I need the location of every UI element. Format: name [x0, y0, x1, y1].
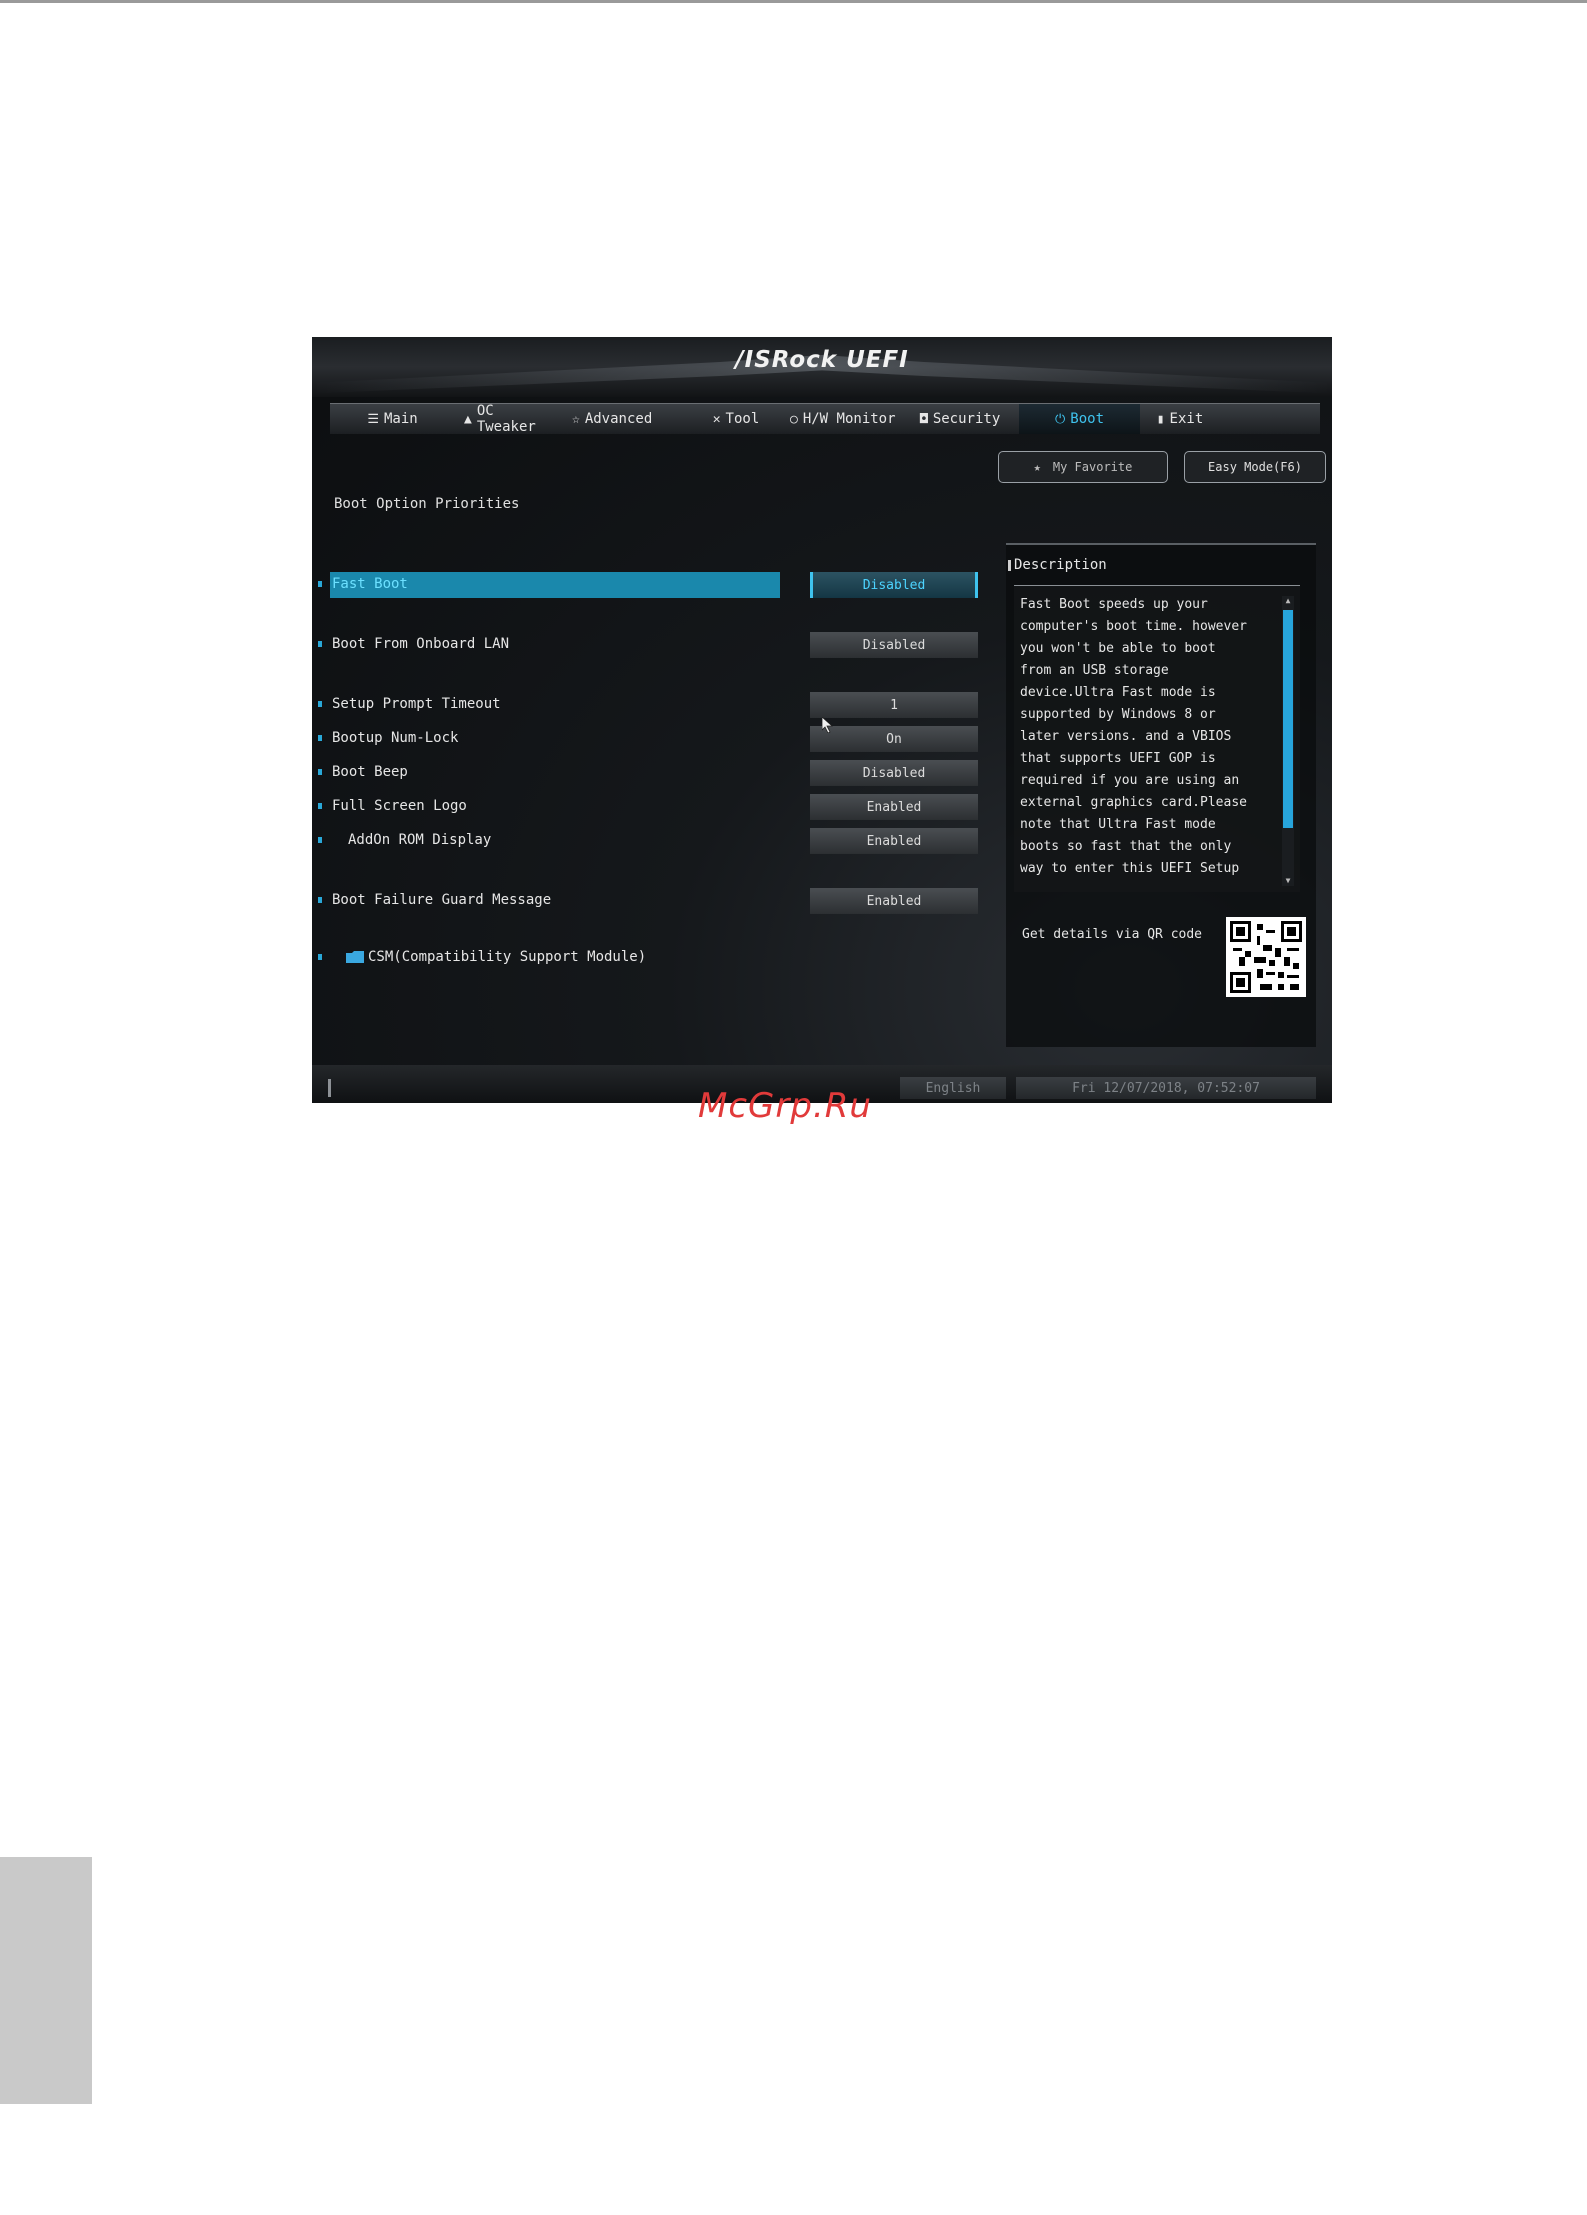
date-time-display: Fri 12/07/2018, 07:52:07 — [1016, 1077, 1316, 1099]
tab-tool[interactable]: ✕ Tool — [691, 404, 781, 434]
row-bullet — [318, 837, 322, 843]
tab-boot[interactable]: ⏻ Boot — [1019, 404, 1140, 434]
tab-main[interactable]: ☰ Main — [330, 404, 455, 434]
tab-label: Advanced — [584, 411, 653, 427]
tab-bar: ☰ Main ▲ OC Tweaker ☆ Advanced ✕ Tool ○ … — [330, 403, 1320, 435]
setting-value[interactable]: 1 — [810, 692, 978, 718]
setting-label: Fast Boot — [332, 576, 408, 592]
setting-row-onboard-lan[interactable]: Boot From Onboard LAN Disabled — [318, 632, 998, 658]
setting-row-failure-guard[interactable]: Boot Failure Guard Message Enabled — [318, 888, 998, 914]
watermark: McGrp.Ru — [698, 1086, 872, 1126]
setting-label: AddOn ROM Display — [348, 832, 492, 848]
bios-screenshot: /ISRock UEFI ☰ Main ▲ OC Tweaker ☆ Advan… — [312, 337, 1332, 1103]
setting-value[interactable]: Disabled — [810, 572, 978, 598]
page-top-rule — [0, 0, 1587, 3]
section-title: Boot Option Priorities — [334, 496, 520, 512]
tab-label: Exit — [1169, 411, 1204, 427]
my-favorite-button[interactable]: ★ My Favorite — [998, 451, 1168, 483]
description-text: Fast Boot speeds up your computer's boot… — [1020, 597, 1247, 876]
tool-icon: ✕ — [712, 411, 721, 427]
scroll-thumb[interactable] — [1283, 610, 1293, 828]
setting-row-num-lock[interactable]: Bootup Num-Lock On — [318, 726, 998, 752]
setting-row-prompt-timeout[interactable]: Setup Prompt Timeout 1 — [318, 692, 998, 718]
setting-label: Boot Failure Guard Message — [332, 892, 552, 908]
scroll-up-icon[interactable]: ▲ — [1283, 596, 1293, 606]
setting-value[interactable]: Disabled — [810, 760, 978, 786]
setting-value[interactable]: Disabled — [810, 632, 978, 658]
setting-row-full-screen-logo[interactable]: Full Screen Logo Enabled — [318, 794, 998, 820]
setting-row-addon-rom[interactable]: AddOn ROM Display Enabled — [318, 828, 998, 854]
monitor-icon: ○ — [790, 411, 798, 427]
description-scrollbar[interactable]: ▲ ▼ — [1282, 596, 1294, 886]
row-bullet — [318, 769, 322, 775]
language-selector[interactable]: English — [900, 1077, 1006, 1099]
row-bullet — [318, 735, 322, 741]
setting-label: Boot Beep — [332, 764, 408, 780]
setting-label: Full Screen Logo — [332, 798, 467, 814]
row-bullet — [318, 641, 322, 647]
list-icon: ☰ — [367, 411, 379, 427]
setting-label: Bootup Num-Lock — [332, 730, 459, 746]
my-favorite-label: My Favorite — [1052, 460, 1133, 474]
page-side-tab — [0, 1857, 92, 2104]
description-box: Fast Boot speeds up your computer's boot… — [1014, 585, 1300, 892]
tab-label: Main — [383, 411, 418, 427]
setting-value[interactable]: Enabled — [810, 888, 978, 914]
tab-oc-tweaker[interactable]: ▲ OC Tweaker — [455, 403, 563, 435]
tab-label: Boot — [1070, 411, 1104, 427]
row-bullet — [318, 701, 322, 707]
flame-icon: ▲ — [464, 411, 472, 427]
tab-label: Tool — [725, 411, 760, 427]
tab-label: H/W Monitor — [802, 411, 896, 427]
tab-exit[interactable]: ▮ Exit — [1140, 404, 1220, 434]
exit-icon: ▮ — [1156, 411, 1165, 427]
qr-label: Get details via QR code — [1022, 927, 1203, 942]
setting-row-fast-boot[interactable]: Fast Boot Disabled — [318, 572, 998, 598]
easy-mode-button[interactable]: Easy Mode(F6) — [1184, 451, 1326, 483]
description-panel: Description Fast Boot speeds up your com… — [1006, 543, 1316, 1047]
star-icon: ☆ — [572, 411, 580, 427]
row-bullet — [318, 803, 322, 809]
setting-value[interactable]: Enabled — [810, 828, 978, 854]
power-icon: ⏻ — [1054, 411, 1066, 427]
scroll-down-icon[interactable]: ▼ — [1283, 876, 1293, 886]
tab-label: OC Tweaker — [476, 403, 536, 435]
setting-value[interactable]: Enabled — [810, 794, 978, 820]
tab-label: Security — [932, 411, 1001, 427]
setting-label: CSM(Compatibility Support Module) — [368, 949, 647, 965]
submenu-csm[interactable]: CSM(Compatibility Support Module) — [318, 945, 998, 971]
setting-row-boot-beep[interactable]: Boot Beep Disabled — [318, 760, 998, 786]
setting-label: Setup Prompt Timeout — [332, 696, 501, 712]
star-icon: ★ — [1033, 460, 1041, 474]
asrock-uefi-logo: /ISRock UEFI — [735, 347, 909, 373]
setting-label: Boot From Onboard LAN — [332, 636, 510, 652]
tab-hw-monitor[interactable]: ○ H/W Monitor — [781, 404, 911, 434]
setting-value[interactable]: On — [810, 726, 978, 752]
tab-security[interactable]: ◘ Security — [911, 404, 1019, 434]
row-bullet — [318, 954, 322, 960]
status-bar-marker — [328, 1079, 331, 1097]
row-bullet — [318, 581, 322, 587]
row-bullet — [318, 897, 322, 903]
folder-icon — [346, 951, 364, 963]
tab-advanced[interactable]: ☆ Advanced — [563, 404, 691, 434]
shield-icon: ◘ — [920, 411, 928, 427]
mouse-cursor-icon — [822, 717, 834, 733]
qr-code-icon — [1226, 917, 1306, 997]
description-title: Description — [1008, 557, 1107, 573]
